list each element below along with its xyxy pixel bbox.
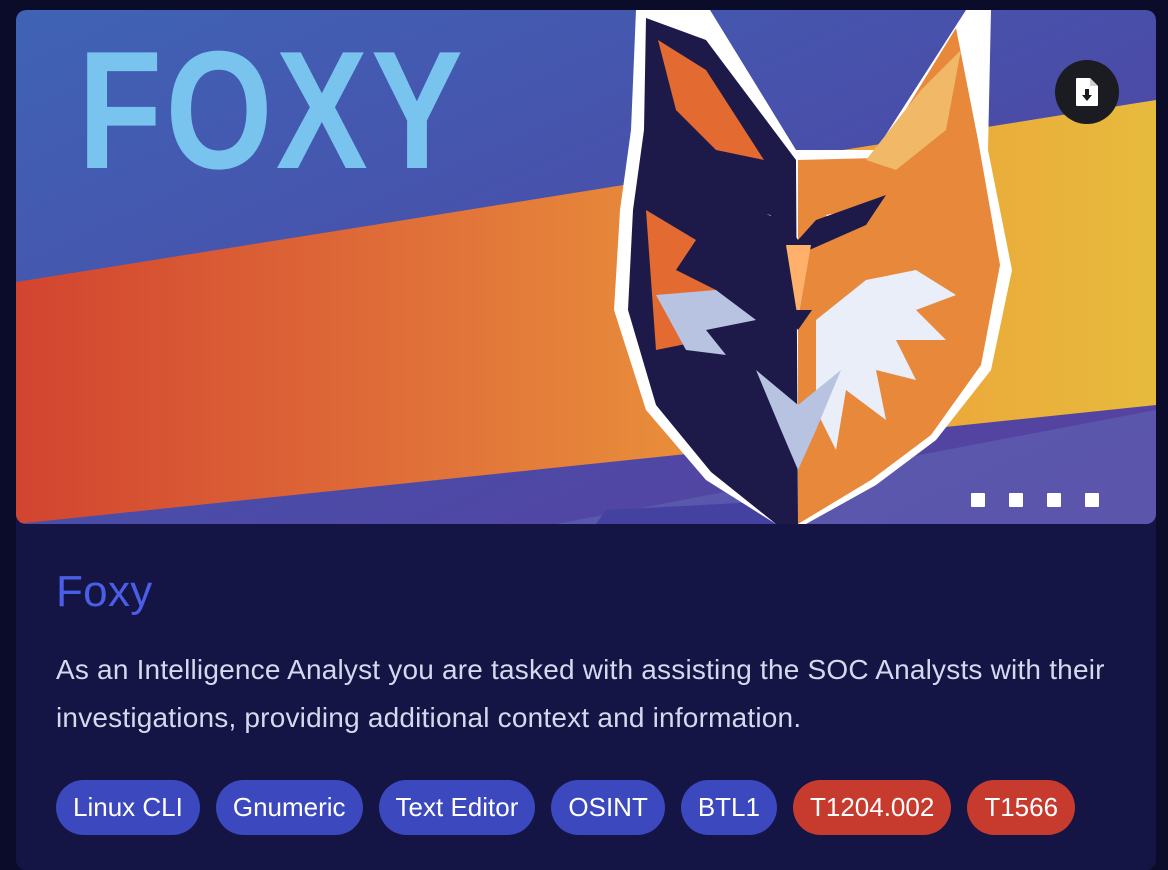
tag-t1204-002[interactable]: T1204.002 (792, 780, 952, 835)
banner-artwork: FOXY (16, 10, 1156, 524)
tag-gnumeric[interactable]: Gnumeric (215, 780, 363, 835)
carousel-indicators (971, 493, 1099, 507)
tag-t1566[interactable]: T1566 (967, 780, 1076, 835)
tag-text-editor[interactable]: Text Editor (378, 780, 536, 835)
download-button[interactable] (1055, 60, 1119, 124)
tag-btl1[interactable]: BTL1 (680, 780, 777, 835)
tag-linux-cli[interactable]: Linux CLI (56, 780, 200, 835)
carousel-dot-2[interactable] (1009, 493, 1023, 507)
room-description: As an Intelligence Analyst you are taske… (56, 654, 1105, 733)
carousel-dot-3[interactable] (1047, 493, 1061, 507)
carousel-dot-1[interactable] (971, 493, 985, 507)
carousel-dot-4[interactable] (1085, 493, 1099, 507)
room-banner: FOXY (16, 10, 1156, 524)
banner-logo-text: FOXY (78, 16, 466, 204)
tag-osint[interactable]: OSINT (551, 780, 665, 835)
file-download-icon (1076, 78, 1098, 106)
tag-list: Linux CLI Gnumeric Text Editor OSINT BTL… (56, 780, 1076, 835)
room-card: FOXY Foxy As an Intelligence Analyst you… (16, 10, 1156, 870)
room-title: Foxy (56, 567, 153, 616)
